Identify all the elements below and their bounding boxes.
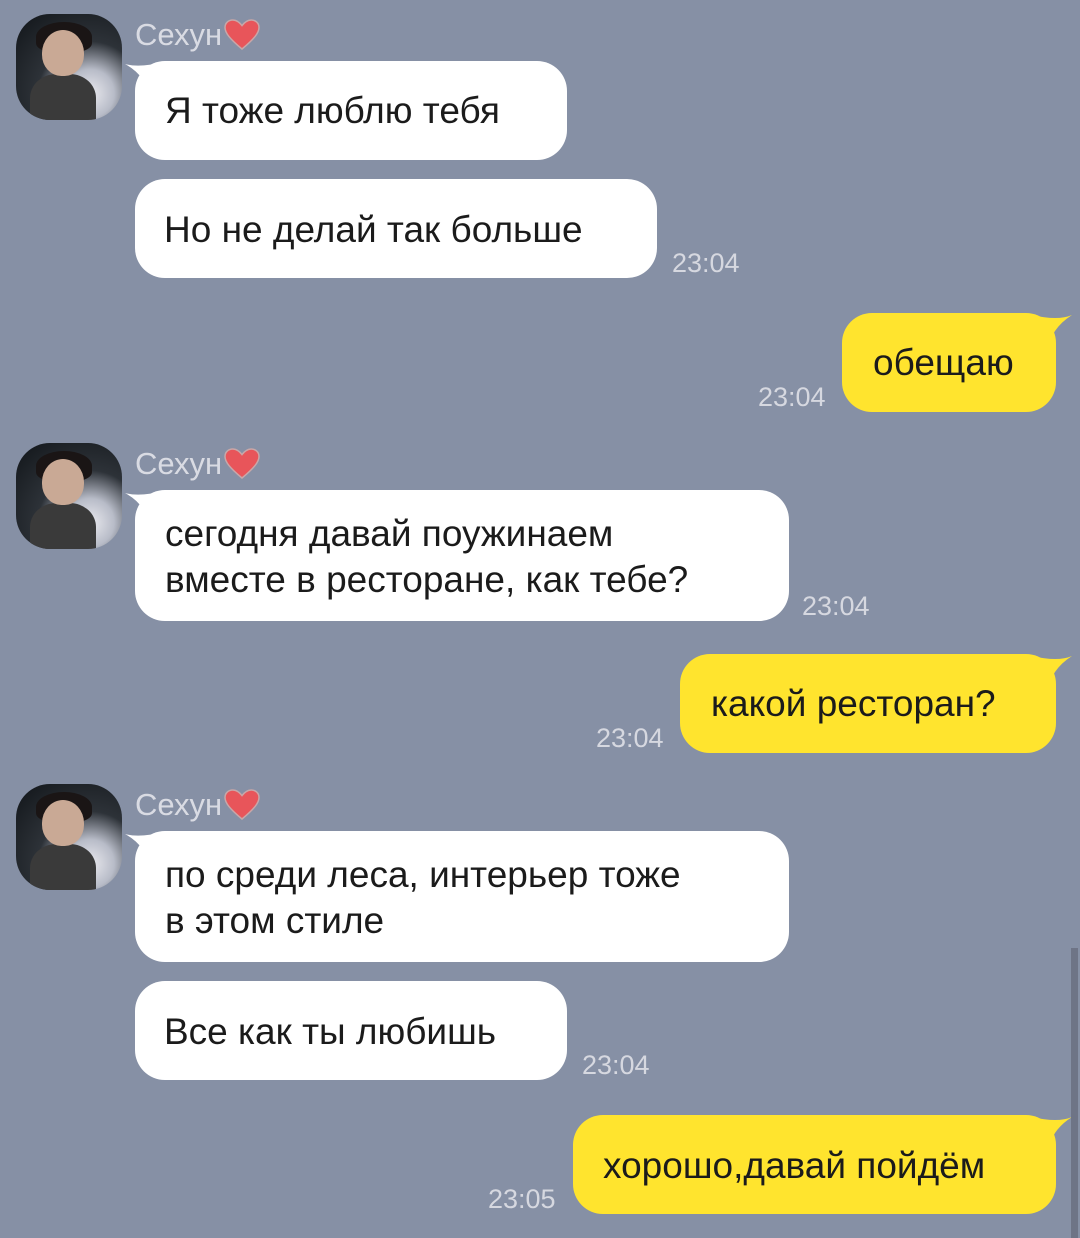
message-bubble[interactable]: Я тоже люблю тебя — [135, 61, 567, 160]
heart-icon — [224, 19, 260, 50]
bubble-tail — [1032, 1117, 1072, 1153]
bubble-tail — [1032, 315, 1072, 351]
bubble-tail — [1032, 656, 1072, 692]
message-bubble[interactable]: Все как ты любишь — [135, 981, 567, 1080]
message-bubble[interactable]: по среди леса, интерьер тоже в этом стил… — [135, 831, 789, 962]
message-text: обещаю — [873, 342, 1014, 383]
message-bubble[interactable]: хорошо,давай пойдём — [573, 1115, 1056, 1214]
message-text-line2: в этом стиле — [165, 900, 385, 941]
message-text-line2: вместе в ресторане, как тебе? — [165, 559, 689, 600]
message-time: 23:05 — [488, 1184, 556, 1214]
message-bubble[interactable]: какой ресторан? — [680, 654, 1056, 753]
message-bubble[interactable]: сегодня давай поужинаем вместе в рестора… — [135, 490, 789, 621]
message-time: 23:04 — [758, 382, 826, 412]
message-text: какой ресторан? — [711, 683, 996, 724]
sender-name-text: Сехун — [135, 787, 223, 822]
sender-name-text: Сехун — [135, 446, 223, 481]
sender-name: Сехун — [135, 446, 260, 482]
message-text: сегодня давай поужинаем — [165, 513, 614, 554]
avatar[interactable] — [16, 443, 122, 549]
message-text: Все как ты любишь — [164, 1011, 497, 1052]
message-text: Но не делай так больше — [164, 209, 583, 250]
message-time: 23:04 — [596, 723, 664, 753]
message-time: 23:04 — [802, 591, 870, 621]
message-text: по среди леса, интерьер тоже — [165, 854, 681, 895]
avatar[interactable] — [16, 14, 122, 120]
heart-icon — [224, 789, 260, 820]
message-bubble[interactable]: Но не делай так больше — [135, 179, 657, 278]
message-time: 23:04 — [672, 248, 740, 278]
avatar[interactable] — [16, 784, 122, 890]
scrollbar[interactable] — [1071, 948, 1078, 1238]
message-text: Я тоже люблю тебя — [165, 90, 500, 131]
sender-name-text: Сехун — [135, 17, 223, 52]
message-bubble[interactable]: обещаю — [842, 313, 1056, 412]
heart-icon — [224, 448, 260, 479]
sender-name: Сехун — [135, 787, 260, 823]
message-text: хорошо,давай пойдём — [603, 1145, 986, 1186]
message-time: 23:04 — [582, 1050, 650, 1080]
sender-name: Сехун — [135, 17, 260, 53]
